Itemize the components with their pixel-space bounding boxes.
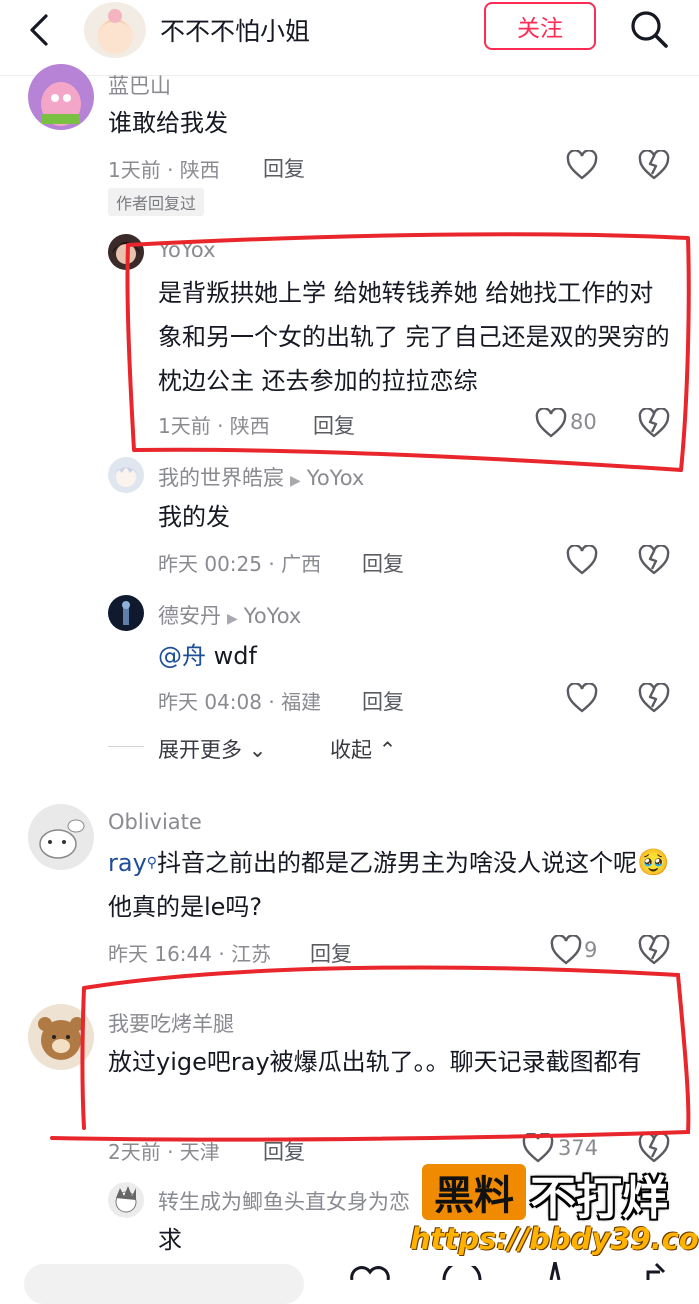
mention-link[interactable]: @舟 xyxy=(158,642,206,670)
like-count: 9 xyxy=(584,938,598,962)
back-icon[interactable] xyxy=(22,12,58,48)
comment-username[interactable]: Obliviate xyxy=(108,810,202,834)
follow-button[interactable]: 关注 xyxy=(484,2,596,50)
star-icon[interactable] xyxy=(540,1262,570,1280)
comment-input[interactable] xyxy=(24,1264,304,1304)
like-icon[interactable] xyxy=(522,1133,554,1163)
reply-arrow-icon: ▶ xyxy=(290,473,301,489)
comment-text: ray⚲抖音之前出的都是乙游男主为啥没人说这个呢🥹他真的是le吗? xyxy=(108,848,670,921)
comment-time-location: 昨天 00:25 · 广西 xyxy=(158,552,322,576)
comment-text: @舟 wdf xyxy=(158,642,257,670)
comment-username[interactable]: 我要吃烤羊腿 xyxy=(108,1008,234,1038)
comment-time-location: 1天前 · 陕西 xyxy=(158,414,270,438)
dislike-icon[interactable] xyxy=(638,935,670,965)
avatar[interactable] xyxy=(28,64,94,130)
avatar[interactable] xyxy=(108,234,144,270)
collapse-button[interactable]: 收起 ⌃ xyxy=(330,734,396,764)
divider xyxy=(108,746,144,747)
avatar[interactable] xyxy=(108,1182,144,1218)
comment-text: 谁敢给我发 xyxy=(108,109,228,137)
comment-time-location: 昨天 04:08 · 福建 xyxy=(158,690,322,714)
dislike-icon[interactable] xyxy=(638,1133,670,1163)
author-avatar[interactable] xyxy=(84,2,146,58)
like-count: 374 xyxy=(558,1136,599,1160)
dislike-icon[interactable] xyxy=(638,150,670,180)
reply-arrow-icon: ▶ xyxy=(227,611,238,627)
comment-username[interactable]: YoYox xyxy=(158,238,216,262)
comment-username[interactable]: 转生成为鲫鱼头直女身为恋 xyxy=(158,1186,410,1216)
reply-button[interactable]: 回复 xyxy=(263,153,305,183)
chevron-up-icon: ⌃ xyxy=(378,738,397,762)
comment-username[interactable]: 蓝巴山 xyxy=(108,70,171,100)
heart-icon[interactable] xyxy=(348,1266,392,1280)
comment-text: 是背叛拱她上学 给她转钱养她 给她找工作的对象和另一个女的出轨了 完了自己还是双… xyxy=(158,279,670,395)
share-icon[interactable] xyxy=(644,1262,668,1280)
comment-time-location: 2天前 · 天津 xyxy=(108,1140,220,1164)
comment-text: 求 xyxy=(158,1226,182,1254)
author-name[interactable]: 不不不怕小姐 xyxy=(160,12,310,48)
like-count: 80 xyxy=(570,410,597,434)
search-icon[interactable] xyxy=(628,8,670,50)
watermark-text: 不打烊 xyxy=(530,1171,668,1225)
dislike-icon[interactable] xyxy=(638,408,670,438)
comment-time-location: 1天前 · 陕西 xyxy=(108,158,220,182)
search-icon: ⚲ xyxy=(146,855,158,871)
dislike-icon[interactable] xyxy=(638,683,670,713)
like-icon[interactable] xyxy=(566,683,598,713)
reply-button[interactable]: 回复 xyxy=(362,686,404,716)
avatar[interactable] xyxy=(28,804,94,870)
search-keyword-link[interactable]: ray xyxy=(108,849,147,877)
like-icon[interactable] xyxy=(566,545,598,575)
like-icon[interactable] xyxy=(566,150,598,180)
reply-button[interactable]: 回复 xyxy=(310,938,352,968)
comment-time-location: 昨天 16:44 · 江苏 xyxy=(108,942,272,966)
dislike-icon[interactable] xyxy=(638,545,670,575)
comment-text: 我的发 xyxy=(158,503,230,531)
top-bar: 不不不怕小姐 关注 xyxy=(0,0,699,76)
comment-text: 放过yige吧ray被爆瓜出轨了。。聊天记录截图都有 xyxy=(108,1048,642,1076)
like-icon[interactable] xyxy=(535,408,567,438)
author-replied-badge: 作者回复过 xyxy=(108,188,205,216)
comment-icon[interactable] xyxy=(440,1266,484,1280)
expand-more-button[interactable]: 展开更多 ⌄ xyxy=(158,734,266,764)
comment-username[interactable]: 我的世界皓宸 ▶ YoYox xyxy=(158,462,364,492)
crying-emoji-icon: 🥹 xyxy=(637,848,670,878)
comment-username[interactable]: 德安丹 ▶ YoYox xyxy=(158,600,301,630)
watermark-logo: 黑料 xyxy=(422,1164,526,1220)
red-annotation-marks xyxy=(50,232,691,1142)
avatar[interactable] xyxy=(108,595,144,631)
watermark-url: https://bbdy39.com xyxy=(410,1222,699,1256)
reply-button[interactable]: 回复 xyxy=(362,548,404,578)
chevron-down-icon: ⌄ xyxy=(248,738,267,762)
reply-button[interactable]: 回复 xyxy=(313,410,355,440)
avatar[interactable] xyxy=(108,457,144,493)
reply-button[interactable]: 回复 xyxy=(263,1136,305,1166)
like-icon[interactable] xyxy=(550,935,582,965)
avatar[interactable] xyxy=(28,1004,94,1070)
